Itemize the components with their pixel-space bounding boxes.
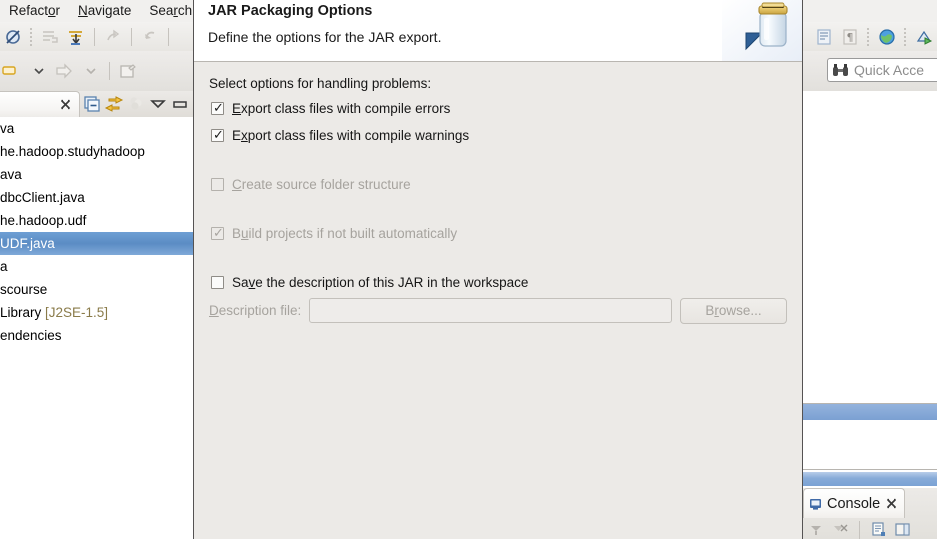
toolbar-separator: [94, 27, 95, 46]
tree-item[interactable]: Library [J2SE-1.5]: [0, 301, 193, 324]
forward-dropdown-icon[interactable]: [79, 59, 103, 83]
console-toolbar: [800, 519, 937, 541]
toolbar-separator: [109, 62, 110, 80]
focus-on-active-task-icon: [125, 93, 147, 115]
toggle-mark-occurrences-icon[interactable]: [1, 25, 25, 49]
jar-file-icon: [722, 0, 802, 61]
jar-packaging-options-dialog: JAR Packaging Options Define the options…: [193, 0, 803, 539]
tree-item-label: Library: [0, 305, 42, 320]
pilcrow-icon[interactable]: ¶: [838, 25, 862, 49]
tree-item[interactable]: scourse: [0, 278, 193, 301]
svg-text:¶: ¶: [847, 31, 854, 44]
tree-item[interactable]: he.hadoop.studyhadoop: [0, 140, 193, 163]
toolbar-drag-handle[interactable]: [29, 26, 34, 47]
dialog-subtitle: Define the options for the JAR export.: [208, 29, 442, 45]
dialog-header: JAR Packaging Options Define the options…: [194, 0, 802, 62]
new-wizard-dropdown-icon[interactable]: [27, 59, 51, 83]
tree-item[interactable]: he.hadoop.udf: [0, 209, 193, 232]
console-tab-label: Console: [827, 495, 881, 512]
checkbox-build-projects-if-not-built-automatically: ✓ Build projects if not built automatica…: [211, 226, 457, 241]
checkbox-save-description-of-jar-in-workspace[interactable]: Save the description of this JAR in the …: [211, 275, 528, 290]
skip-all-breakpoints-icon[interactable]: [38, 25, 62, 49]
checkbox-label-2: Create source folder structure: [232, 177, 411, 192]
checkbox-box[interactable]: ✓: [211, 127, 224, 142]
checkbox-box[interactable]: ✓: [211, 100, 224, 115]
view-toolbar: [81, 93, 191, 115]
tree-item-label: a: [0, 259, 8, 274]
tree-item-label: ava: [0, 167, 22, 182]
collapse-all-icon[interactable]: [81, 93, 103, 115]
open-console-icon[interactable]: [893, 520, 913, 540]
open-web-browser-icon[interactable]: [875, 25, 899, 49]
check-mark-icon: ✓: [213, 127, 224, 142]
tree-item-label: UDF.java: [0, 236, 55, 251]
dialog-body: Select options for handling problems: ✓ …: [194, 62, 802, 539]
minimize-icon[interactable]: [169, 93, 191, 115]
checkbox-export-class-files-with-compile-warnings[interactable]: ✓ Export class files with compile warnin…: [211, 128, 469, 143]
console-icon: [809, 497, 822, 510]
view-menu-icon[interactable]: [147, 93, 169, 115]
dialog-title: JAR Packaging Options: [208, 3, 373, 19]
browse-button[interactable]: Br owse...: [680, 297, 787, 324]
binoculars-icon: [832, 63, 849, 78]
next-annotation-icon[interactable]: [64, 25, 88, 49]
checkbox-box[interactable]: [211, 276, 224, 289]
checkbox-label-0: Export class files with compile errors: [232, 101, 451, 116]
check-mark-icon: ✓: [213, 100, 224, 115]
checkbox-box: ✓: [211, 225, 224, 240]
checkbox-label-4: Save the description of this JAR in the …: [232, 275, 529, 290]
checkbox-box: [211, 178, 224, 191]
package-explorer-view: va he.hadoop.studyhadoop ava dbcClient.java…: [0, 91, 195, 539]
tree-item-label: endencies: [0, 328, 62, 343]
remove-all-terminated-icon: [830, 520, 850, 540]
section-label: Select options for handling problems:: [209, 76, 432, 91]
tree-item-label: va: [0, 121, 15, 136]
terminate-icon: [806, 520, 826, 540]
checkbox-label-3: Build projects if not built automaticall…: [232, 226, 458, 241]
toolbar-separator: [131, 27, 132, 46]
new-wizard-icon[interactable]: [1, 59, 25, 83]
quick-access-box[interactable]: Quick Acce: [827, 58, 937, 82]
checkbox-label-1: Export class files with compile warnings: [232, 128, 470, 143]
check-mark-icon: ✓: [213, 225, 224, 240]
tree-item[interactable]: a: [0, 255, 193, 278]
toolbar-separator: [168, 27, 169, 46]
tree-item[interactable]: UDF.java: [0, 232, 193, 255]
close-icon[interactable]: [885, 497, 898, 510]
description-file-row: Description file: Br owse...: [209, 297, 787, 324]
tree-item[interactable]: va: [0, 117, 193, 140]
link-with-editor-icon[interactable]: [103, 93, 125, 115]
description-file-label: Description file:: [209, 303, 302, 318]
run-last-tool-icon[interactable]: [912, 25, 936, 49]
toolbar-separator: [859, 521, 860, 539]
tree-item-label: he.hadoop.studyhadoop: [0, 144, 145, 159]
menu-item-navigate[interactable]: Navigate: [69, 0, 140, 22]
toolbar-drag-handle[interactable]: [866, 26, 871, 47]
tree-item[interactable]: dbcClient.java: [0, 186, 193, 209]
tree-item[interactable]: ava: [0, 163, 193, 186]
package-explorer-tab[interactable]: [0, 91, 80, 117]
quick-access-text: Quick Acce: [854, 62, 925, 78]
toolbar-drag-handle[interactable]: [903, 26, 908, 47]
show-whitespace-icon[interactable]: [812, 25, 836, 49]
menu-item-refactor[interactable]: Refactor: [0, 0, 69, 22]
console-view: Console: [800, 488, 937, 539]
forward-arrow-icon[interactable]: [53, 59, 77, 83]
close-icon[interactable]: [59, 98, 72, 111]
console-tab[interactable]: Console: [803, 488, 906, 518]
project-tree[interactable]: va he.hadoop.studyhadoop ava dbcClient.java…: [0, 117, 194, 539]
tree-item-tag: [J2SE-1.5]: [41, 305, 109, 320]
tree-item-label: scourse: [0, 282, 48, 297]
description-file-input[interactable]: [309, 298, 672, 323]
display-selected-console-icon[interactable]: [869, 520, 889, 540]
tree-item-label: dbcClient.java: [0, 190, 85, 205]
checkbox-export-class-files-with-compile-errors[interactable]: ✓ Export class files with compile errors: [211, 101, 450, 116]
package-explorer-tab-row: [0, 91, 195, 117]
back-navigation-icon[interactable]: [138, 25, 162, 49]
tree-item-label: he.hadoop.udf: [0, 213, 87, 228]
new-java-class-icon[interactable]: [116, 59, 140, 83]
last-edit-location-icon[interactable]: [101, 25, 125, 49]
tree-item[interactable]: endencies: [0, 324, 193, 347]
checkbox-create-source-folder-structure: Create source folder structure: [211, 177, 411, 192]
